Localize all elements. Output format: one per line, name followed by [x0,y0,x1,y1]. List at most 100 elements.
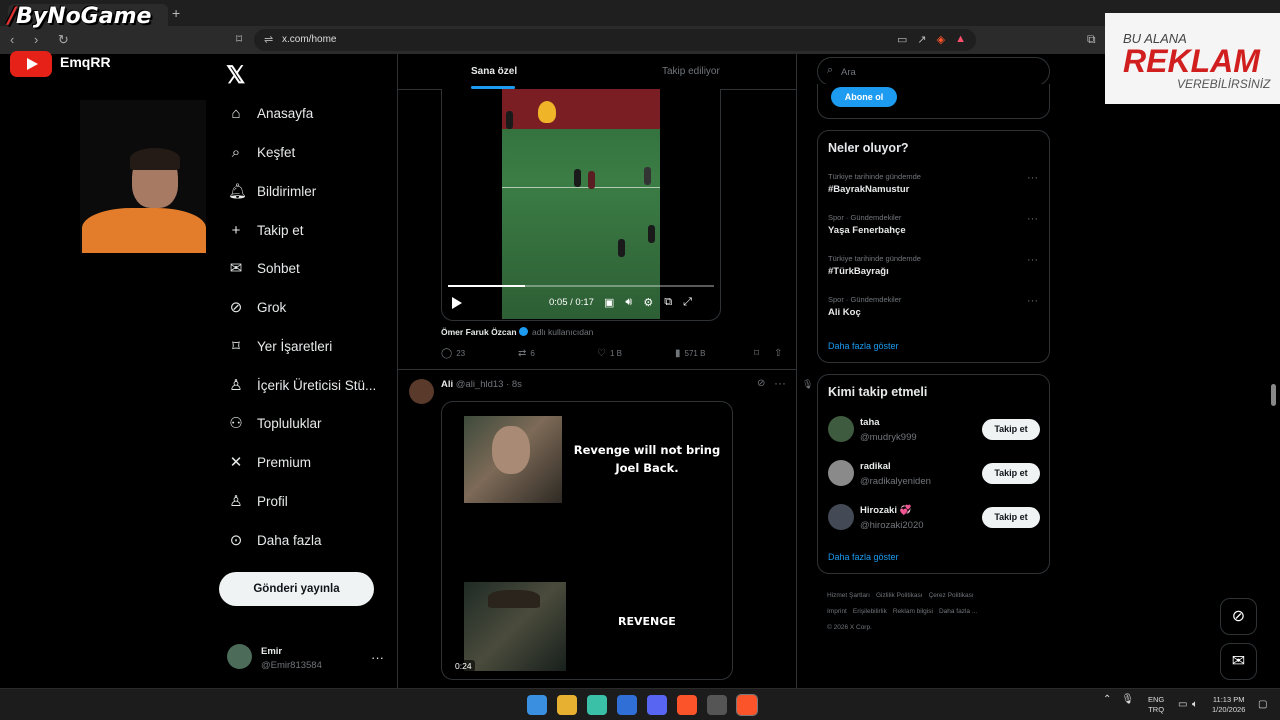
extensions-icon[interactable]: ⧉ [1087,32,1096,47]
tweet-media[interactable]: Revenge will not bring Joel Back. REVENG… [441,401,733,680]
more-dots-icon[interactable]: ··· [1027,172,1038,184]
microphone-icon[interactable]: 🎙︎ [802,379,813,390]
fullscreen-icon[interactable]: ⤢ [683,296,692,309]
sidebar-item-9[interactable]: ✕ Premium [228,449,311,475]
tab-following[interactable]: Takip ediliyor [662,66,720,77]
trend-item[interactable]: Türkiye tarihinde gündemde #TürkBayrağı ··… [828,254,1038,277]
grok-icon[interactable]: ⊘ [757,378,765,389]
like-button[interactable]: ♡ 1 B [597,348,622,359]
footer-link[interactable]: Hizmet Şartları [827,592,870,599]
who-to-follow-show-more[interactable]: Daha fazla göster [828,552,899,562]
trend-item[interactable]: Spor · Gündemdekiler Yaşa Fenerbahçe ··· [828,213,1038,236]
brave-active-icon[interactable] [736,694,758,716]
brave-shield-icon[interactable]: ◈ [937,33,945,46]
address-bar[interactable]: ⇌ x.com/home ▭ ↗ ◈ ▲ [254,29,976,51]
speaker-icon[interactable]: 🔈︎ [1192,699,1198,710]
sidebar-item-4[interactable]: ✉ Sohbet [228,255,300,281]
more-dots-icon[interactable]: ··· [774,376,786,390]
more-dots-icon[interactable]: ··· [371,650,384,665]
video-progress[interactable] [448,285,714,287]
follow-button[interactable]: Takip et [982,419,1040,440]
suggested-user[interactable]: radikal @radikalyeniden Takip et [828,460,1040,490]
tray-chevron-icon[interactable]: ⌃ [1103,694,1111,705]
language-indicator[interactable]: ENG TRQ [1148,695,1164,715]
notifications-icon[interactable]: ▢ [1258,699,1267,710]
bookmark-page-icon[interactable]: ⌑ [236,32,242,46]
share-post-icon[interactable]: ⇧ [774,348,782,359]
settings-gear-icon[interactable]: ⚙ [643,296,653,309]
avatar[interactable] [409,379,434,404]
sidebar-item-5[interactable]: ⊘ Grok [228,294,287,320]
who-to-follow-panel: Kimi takip etmeli taha @mudryk999 Takip et… [817,374,1050,574]
premium-panel: Abone ol [817,84,1050,119]
footer-link[interactable]: Gizlilik Politikası [876,592,923,599]
more-dots-icon[interactable]: ··· [1027,254,1038,266]
sidebar-item-11[interactable]: ⊙ Daha fazla [228,527,322,553]
avatar [828,504,854,530]
discord-icon[interactable] [647,695,667,715]
new-tab-icon[interactable]: + [172,5,180,21]
app-icon[interactable] [587,695,607,715]
x-logo-icon[interactable]: 𝕏 [226,61,245,90]
tray-mic-icon[interactable]: 🎙︎ [1121,694,1134,705]
brave-rewards-icon[interactable]: ▲ [955,33,966,46]
search-input[interactable]: ⌕ Ara [817,57,1050,86]
more-dots-icon[interactable]: ··· [1027,213,1038,225]
suggested-user[interactable]: taha @mudryk999 Takip et [828,416,1040,446]
account-switcher[interactable]: Emir @Emir813584 ··· [227,644,387,674]
footer-link[interactable]: Erişilebilirlik [853,608,887,615]
sidebar-item-6[interactable]: ⌑ Yer İşaretleri [228,333,332,359]
brave-icon[interactable] [677,695,697,715]
sidebar-item-1[interactable]: ⌕ Keşfet [228,139,295,165]
pip-icon[interactable]: ⧉ [664,296,672,309]
tweet-author-name[interactable]: Ali [441,379,453,390]
footer-link[interactable]: Imprint [827,608,847,615]
trends-show-more[interactable]: Daha fazla göster [828,341,899,351]
more-dots-icon[interactable]: ··· [1027,295,1038,307]
volume-icon[interactable]: 🔊︎ [625,296,632,309]
browser-nav-buttons[interactable]: ‹ › ↻ [10,32,77,48]
video-player[interactable]: 0:05 / 0:17 ▣ 🔊︎ ⚙ ⧉ ⤢ [441,89,721,321]
post-button[interactable]: Gönderi yayınla [219,572,374,606]
app-icon[interactable] [707,695,727,715]
grok-float-icon[interactable]: ⊘ [1220,598,1257,635]
sidebar-item-10[interactable]: ♙ Profil [228,488,288,514]
views-button[interactable]: ▮ 571 B [675,348,705,359]
attribution-name[interactable]: Ömer Faruk Özcan [441,327,517,337]
reply-button[interactable]: ◯ 23 [441,348,465,359]
system-clock[interactable]: 11:13 PM 1/20/2026 [1212,695,1245,715]
footer-link[interactable]: Reklam bilgisi [893,608,933,615]
trend-item[interactable]: Türkiye tarihinde gündemde #BayrakNamustu… [828,172,1038,195]
scrollbar[interactable] [1271,384,1276,406]
site-info-icon[interactable]: ⇌ [264,33,273,46]
tweet-author-handle[interactable]: @ali_hld13 · 8s [456,379,522,390]
bookmark-icon[interactable]: ⌑ [754,348,759,359]
sidebar-item-label: Premium [257,454,312,470]
profile-icon: ♙ [229,493,243,510]
file-explorer-icon[interactable] [557,695,577,715]
footer-link[interactable]: Daha fazla ... [939,608,977,615]
creator-icon: ♙ [229,377,243,394]
captions-icon[interactable]: ▣ [604,296,614,309]
sidebar-item-8[interactable]: ⚇ Topluluklar [228,410,321,436]
sidebar-item-2[interactable]: 🔔︎ Bildirimler [228,178,316,204]
app-icon[interactable] [617,695,637,715]
install-app-icon[interactable]: ▭ [897,33,907,46]
share-icon[interactable]: ↗ [917,33,926,46]
footer-link[interactable]: Çerez Politikası [929,592,974,599]
play-icon[interactable] [452,297,462,309]
network-icon[interactable]: ▭ [1178,699,1187,710]
trend-item[interactable]: Spor · Gündemdekiler Ali Koç ··· [828,295,1038,318]
tab-for-you[interactable]: Sana özel [471,66,517,77]
follow-button[interactable]: Takip et [982,463,1040,484]
sidebar-item-0[interactable]: ⌂ Anasayfa [228,100,313,126]
repost-button[interactable]: ⇄ 6 [518,348,535,359]
suggested-user[interactable]: Hirozaki 💞 @hirozaki2020 Takip et [828,504,1040,534]
sidebar-item-label: Anasayfa [257,105,314,121]
follow-button[interactable]: Takip et [982,507,1040,528]
sidebar-item-3[interactable]: + Takip et [228,217,304,243]
sidebar-item-7[interactable]: ♙ İçerik Üreticisi Stü... [228,372,376,398]
subscribe-button[interactable]: Abone ol [831,87,897,107]
windows-start-icon[interactable] [527,695,547,715]
messages-float-icon[interactable]: ✉ [1220,643,1257,680]
